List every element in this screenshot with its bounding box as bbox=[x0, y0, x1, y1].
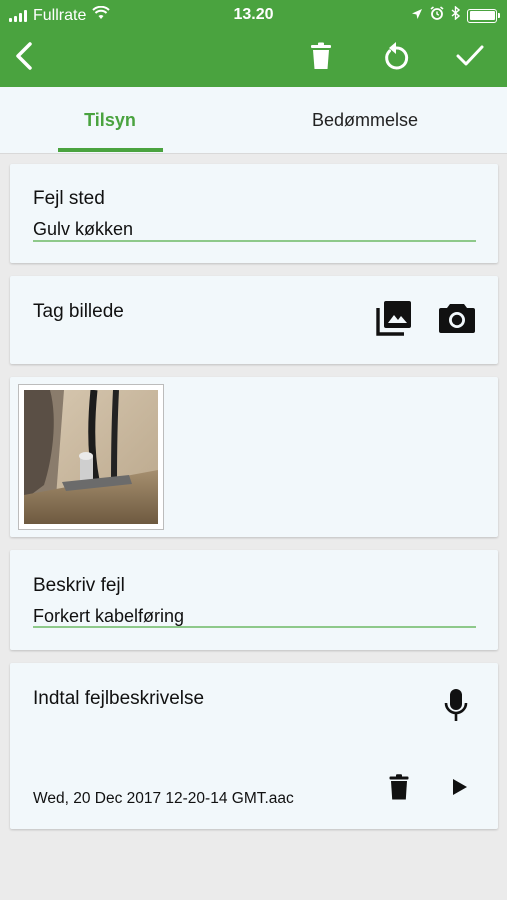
tab-tilsyn[interactable]: Tilsyn bbox=[40, 87, 180, 153]
fault-location-underline bbox=[33, 240, 476, 242]
reset-button[interactable] bbox=[376, 36, 416, 76]
fault-location-card: Fejl sted Gulv køkken bbox=[10, 164, 498, 263]
bluetooth-icon bbox=[451, 5, 461, 25]
photo-image bbox=[24, 390, 158, 524]
description-card: Beskriv fejl Forkert kabelføring bbox=[10, 550, 498, 650]
confirm-button[interactable] bbox=[450, 36, 490, 76]
camera-button[interactable] bbox=[435, 298, 479, 338]
arrow-back-icon bbox=[16, 42, 32, 70]
photo-thumbnail-card bbox=[10, 377, 498, 537]
photo-card: Tag billede bbox=[10, 276, 498, 364]
photo-library-icon bbox=[376, 301, 411, 336]
trash-icon bbox=[389, 774, 409, 800]
description-label: Beskriv fejl bbox=[33, 575, 125, 596]
tab-bedommelse[interactable]: Bedømmelse bbox=[280, 87, 450, 153]
photo-thumbnail[interactable] bbox=[18, 384, 164, 530]
app-bar: Fullrate 13.20 bbox=[0, 0, 507, 87]
voice-card: Indtal fejlbeskrivelse Wed, 20 Dec 2017 … bbox=[10, 663, 498, 829]
trash-icon bbox=[311, 42, 331, 69]
battery-icon bbox=[467, 8, 500, 23]
description-underline bbox=[33, 626, 476, 628]
active-tab-indicator bbox=[58, 148, 163, 152]
alarm-icon bbox=[430, 6, 444, 25]
play-button[interactable] bbox=[444, 771, 476, 803]
fault-location-input[interactable]: Gulv køkken bbox=[33, 219, 133, 240]
undo-icon bbox=[385, 42, 409, 70]
fault-location-label: Fejl sted bbox=[33, 188, 105, 209]
camera-icon bbox=[439, 304, 475, 333]
gallery-button[interactable] bbox=[374, 298, 414, 338]
delete-button[interactable] bbox=[301, 36, 341, 76]
checkmark-icon bbox=[456, 45, 484, 66]
audio-file-name: Wed, 20 Dec 2017 12-20-14 GMT.aac bbox=[33, 790, 294, 807]
play-icon bbox=[453, 779, 467, 795]
status-right bbox=[411, 5, 500, 25]
record-button[interactable] bbox=[438, 686, 474, 724]
description-input[interactable]: Forkert kabelføring bbox=[33, 606, 184, 627]
microphone-icon bbox=[444, 689, 468, 721]
back-button[interactable] bbox=[4, 36, 44, 76]
status-bar: Fullrate 13.20 bbox=[0, 0, 507, 30]
photo-label: Tag billede bbox=[33, 301, 124, 322]
delete-recording-button[interactable] bbox=[384, 770, 414, 804]
tab-bar: Tilsyn Bedømmelse bbox=[0, 87, 507, 154]
voice-label: Indtal fejlbeskrivelse bbox=[33, 688, 205, 709]
location-arrow-icon bbox=[411, 7, 423, 25]
